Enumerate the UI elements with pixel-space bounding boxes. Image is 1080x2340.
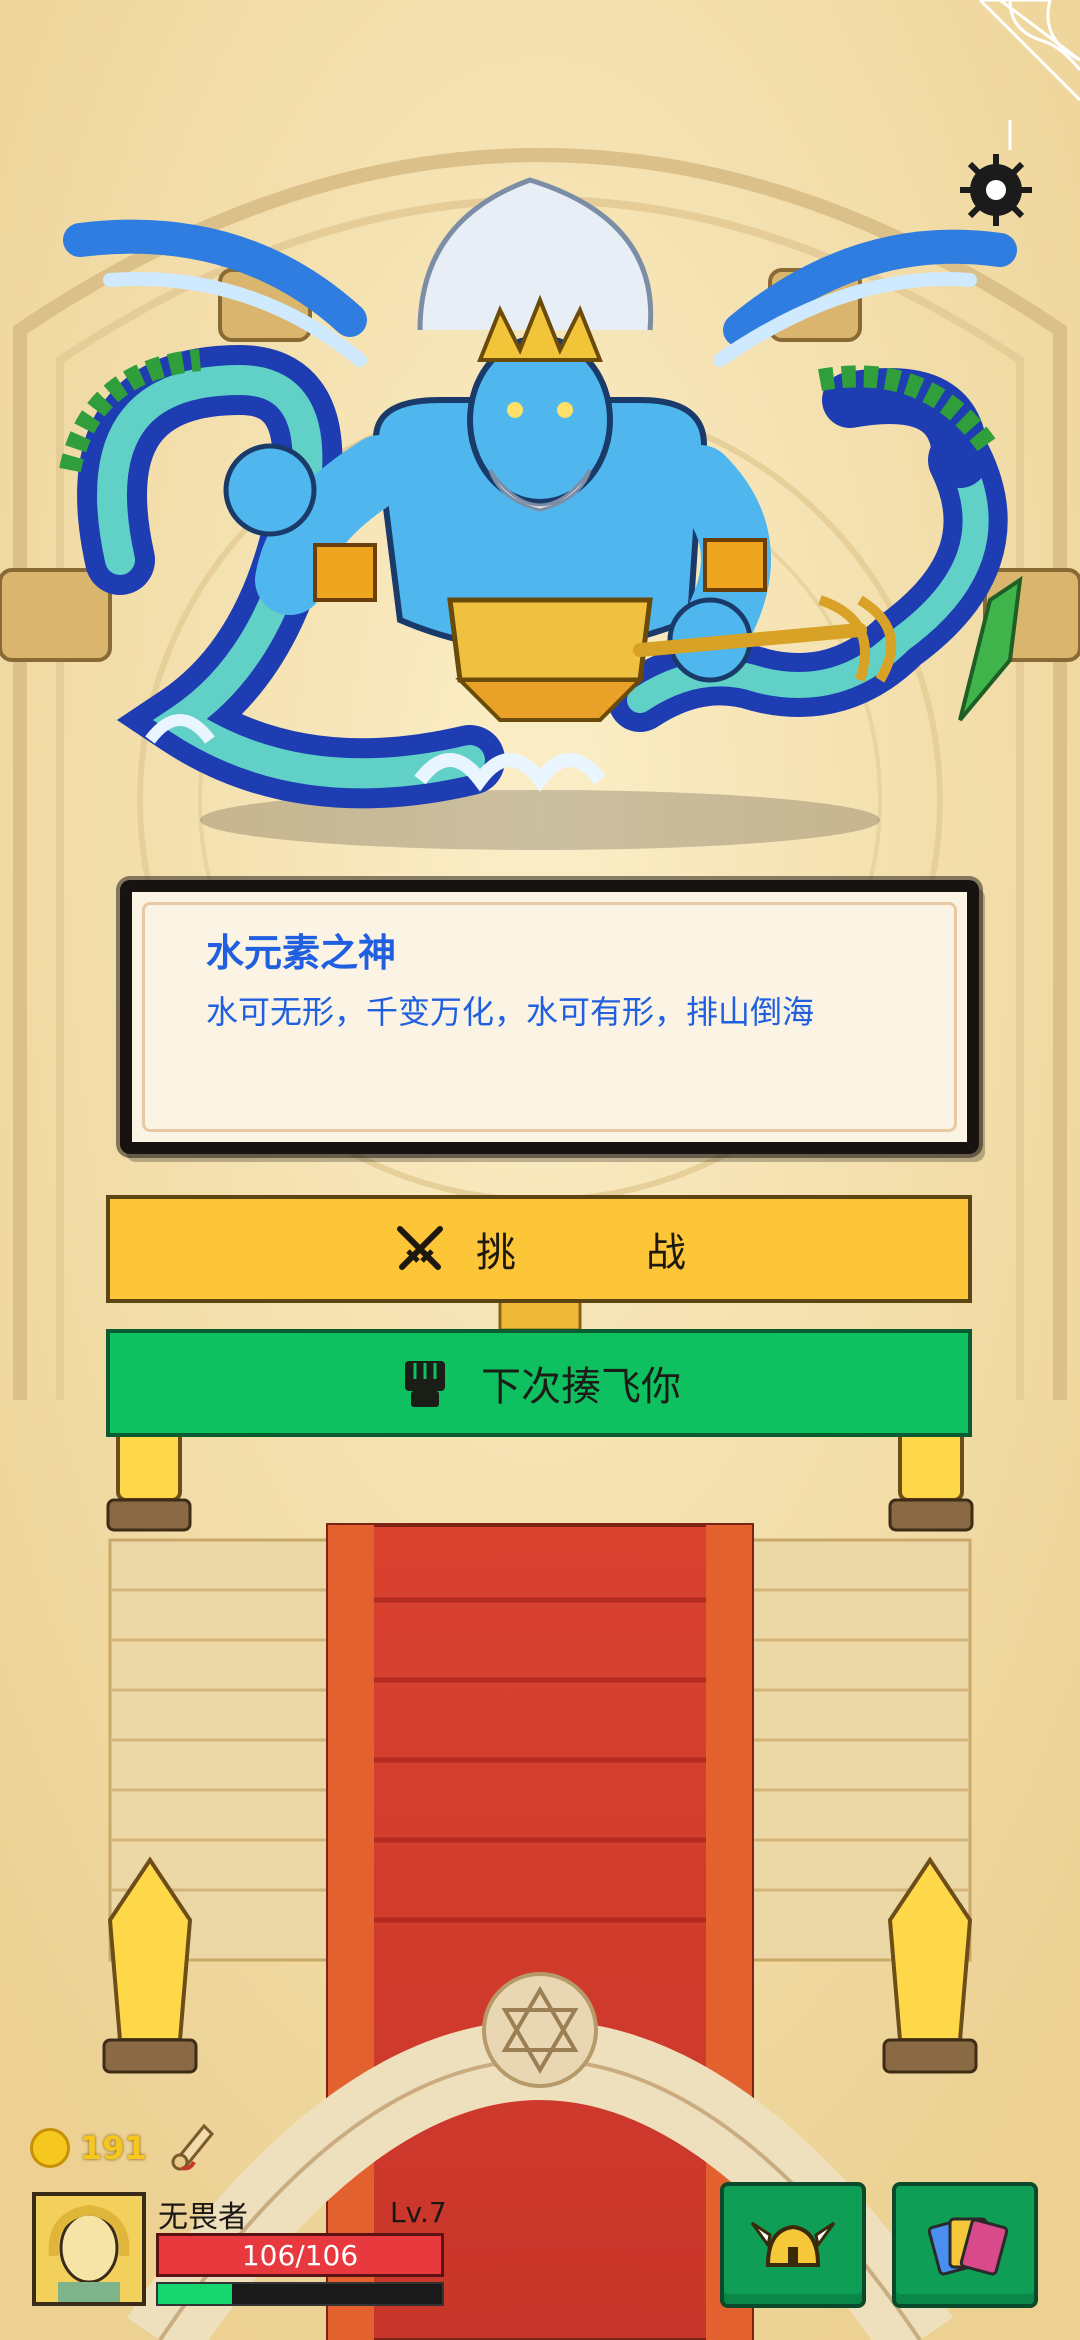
temple-background <box>0 0 1080 2340</box>
xp-bar <box>156 2282 444 2306</box>
coin-count: 191 <box>80 2129 147 2167</box>
equipment-button[interactable] <box>720 2182 866 2308</box>
crossed-swords-icon <box>397 1226 443 1270</box>
player-name: 无畏者 <box>158 2200 248 2235</box>
beat-you-next-time-button[interactable]: 下次揍飞你 <box>106 1329 972 1437</box>
player-level: Lv.7 <box>390 2196 447 2229</box>
avatar[interactable] <box>32 2192 146 2306</box>
hp-value: 106/106 <box>241 2238 359 2272</box>
fist-icon <box>405 1361 445 1407</box>
xp-fill <box>158 2284 232 2304</box>
challenge-button[interactable]: 挑 战 <box>106 1195 972 1303</box>
helmet-icon <box>750 2221 836 2267</box>
coin-counter: 191 <box>30 2128 147 2168</box>
gear-icon[interactable] <box>956 150 1036 230</box>
challenge-label-2: 战 <box>646 1230 686 1276</box>
cards-icon <box>927 2217 1009 2276</box>
hero-portrait-icon <box>36 2196 142 2302</box>
scroll-icon[interactable] <box>168 2118 218 2172</box>
hp-bar: 106/106 <box>156 2233 444 2277</box>
boss-description: 水可无形，千变万化，水可有形，排山倒海 <box>206 993 815 1031</box>
beat-you-next-time-label: 下次揍飞你 <box>481 1364 681 1410</box>
boss-info-card: 水元素之神 水可无形，千变万化，水可有形，排山倒海 <box>120 880 979 1154</box>
boss-name: 水元素之神 <box>206 931 397 975</box>
coin-icon <box>30 2128 70 2168</box>
challenge-label-1: 挑 <box>476 1230 516 1276</box>
cards-button[interactable] <box>892 2182 1038 2308</box>
